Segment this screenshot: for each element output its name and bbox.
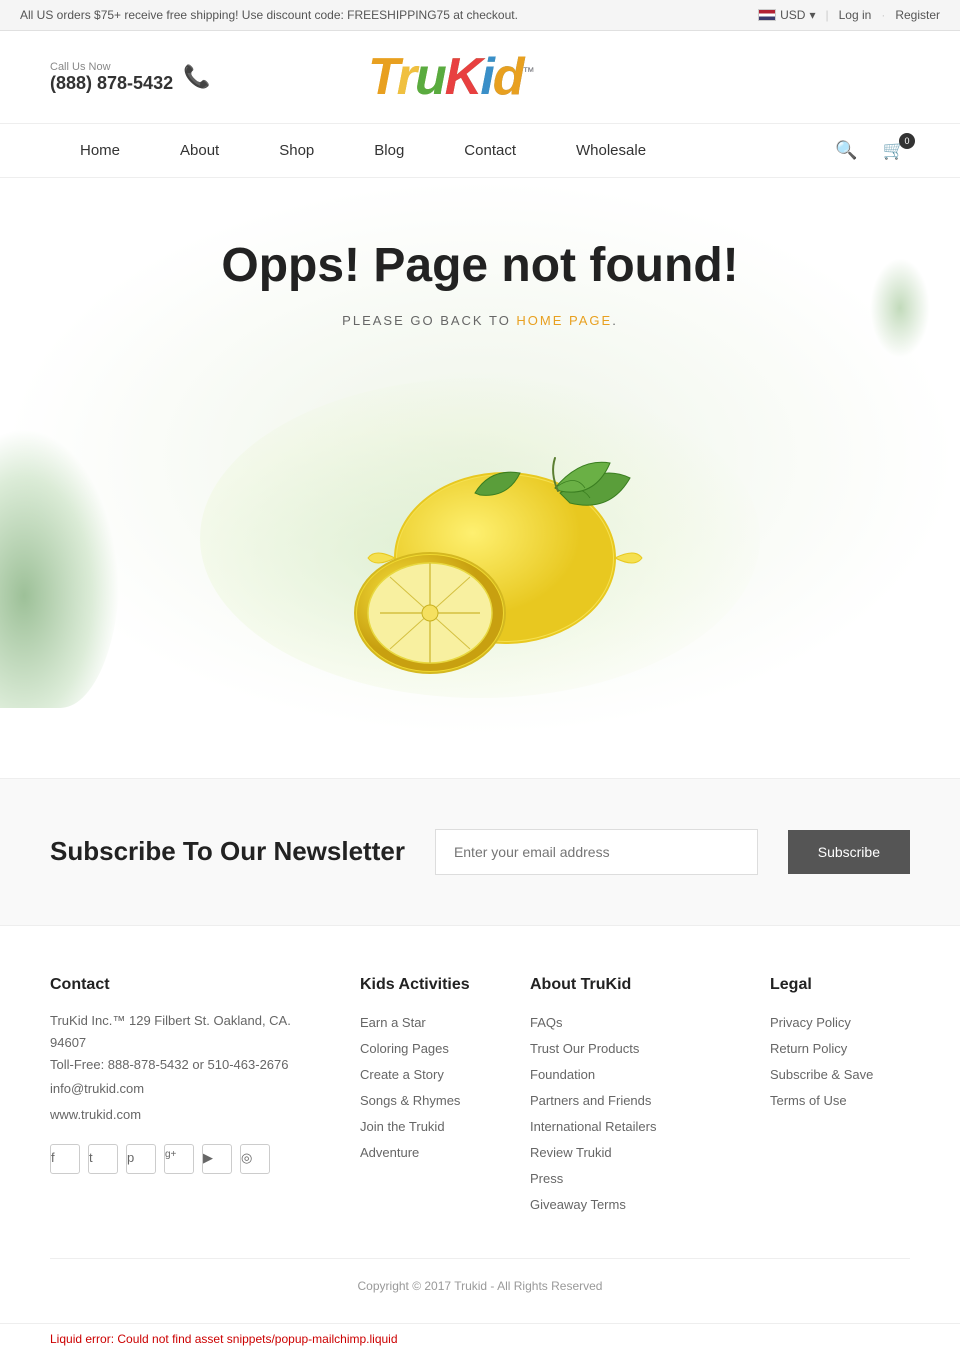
instagram-icon[interactable]: ◎ [240,1144,270,1174]
copyright: Copyright © 2017 Trukid - All Rights Res… [358,1279,603,1293]
divider2: · [881,8,885,22]
nav-wholesale[interactable]: Wholesale [546,124,676,177]
phone-icon: 📞 [183,64,210,90]
footer-link-faqs[interactable]: FAQs [530,1010,740,1036]
lemon-illustration [20,358,940,718]
footer-contact-info: TruKid Inc.™ 129 Filbert St. Oakland, CA… [50,1010,330,1128]
flag-icon [758,9,776,21]
error-subtitle: PLEASE GO BACK TO HOME PAGE. [20,313,940,328]
facebook-icon[interactable]: f [50,1144,80,1174]
footer-legal: Legal Privacy Policy Return Policy Subsc… [770,976,910,1218]
currency-selector[interactable]: USD ▾ [758,8,815,22]
footer-link-return[interactable]: Return Policy [770,1036,910,1062]
liquid-error-message: Liquid error: Could not find asset snipp… [50,1332,398,1346]
footer-grid: Contact TruKid Inc.™ 129 Filbert St. Oak… [50,976,910,1218]
top-bar: All US orders $75+ receive free shipping… [0,0,960,31]
phone-number: (888) 878-5432 [50,73,173,94]
social-icons: f t p g+ ▶ ◎ [50,1144,330,1174]
nav-about[interactable]: About [150,124,249,177]
logo[interactable]: TruKid™ [368,51,533,103]
contact-email[interactable]: info@trukid.com [50,1076,330,1102]
liquid-error-bar: Liquid error: Could not find asset snipp… [0,1323,960,1354]
footer-link-partners[interactable]: Partners and Friends [530,1088,740,1114]
newsletter-subscribe-button[interactable]: Subscribe [788,830,910,874]
footer-link-giveaway[interactable]: Giveaway Terms [530,1192,740,1218]
register-link[interactable]: Register [895,8,940,22]
footer-link-join-trukid[interactable]: Join the Trukid [360,1114,500,1140]
youtube-icon[interactable]: ▶ [202,1144,232,1174]
twitter-icon[interactable]: t [88,1144,118,1174]
chevron-down-icon: ▾ [809,8,815,22]
error-section: Opps! Page not found! PLEASE GO BACK TO … [0,178,960,738]
nav-blog[interactable]: Blog [344,124,434,177]
newsletter-section: Subscribe To Our Newsletter Subscribe [0,778,960,926]
footer-link-terms[interactable]: Terms of Use [770,1088,910,1114]
footer-legal-heading: Legal [770,976,910,994]
newsletter-email-input[interactable] [435,829,758,875]
newsletter-title: Subscribe To Our Newsletter [50,835,405,869]
error-title: Opps! Page not found! [20,238,940,293]
login-link[interactable]: Log in [839,8,872,22]
nav-links: Home About Shop Blog Contact Wholesale [50,124,676,177]
nav-contact[interactable]: Contact [434,124,546,177]
footer-link-coloring-pages[interactable]: Coloring Pages [360,1036,500,1062]
nav-right: 🔍 🛒 0 [830,135,910,166]
footer-link-earn-star[interactable]: Earn a Star [360,1010,500,1036]
cart-count: 0 [899,133,915,149]
contact-website[interactable]: www.trukid.com [50,1102,330,1128]
footer-link-review[interactable]: Review Trukid [530,1140,740,1166]
footer-link-create-story[interactable]: Create a Story [360,1062,500,1088]
footer-link-foundation[interactable]: Foundation [530,1062,740,1088]
contact-tollfree: Toll-Free: 888-878-5432 or 510-463-2676 [50,1057,289,1072]
footer-link-international[interactable]: International Retailers [530,1114,740,1140]
footer-contact-heading: Contact [50,976,330,994]
home-link[interactable]: HOME PAGE [516,313,612,328]
footer-contact: Contact TruKid Inc.™ 129 Filbert St. Oak… [50,976,330,1218]
google-plus-icon[interactable]: g+ [164,1144,194,1174]
header: Call Us Now (888) 878-5432 📞 TruKid™ [0,31,960,123]
search-button[interactable]: 🔍 [830,135,862,166]
pinterest-icon[interactable]: p [126,1144,156,1174]
lemon-svg [290,383,670,693]
top-bar-right: USD ▾ | Log in · Register [758,8,940,22]
footer-about-trukid: About TruKid FAQs Trust Our Products Fou… [530,976,740,1218]
footer-kids-activities: Kids Activities Earn a Star Coloring Pag… [360,976,500,1218]
call-us-label: Call Us Now [50,61,173,73]
header-left: Call Us Now (888) 878-5432 📞 [50,61,211,94]
footer: Contact TruKid Inc.™ 129 Filbert St. Oak… [0,926,960,1323]
promo-text: All US orders $75+ receive free shipping… [20,8,518,22]
phone-info: Call Us Now (888) 878-5432 [50,61,173,94]
footer-link-adventure[interactable]: Adventure [360,1140,500,1166]
currency-label: USD [780,8,805,22]
footer-bottom: Copyright © 2017 Trukid - All Rights Res… [50,1258,910,1293]
nav-home[interactable]: Home [50,124,150,177]
footer-link-trust-products[interactable]: Trust Our Products [530,1036,740,1062]
footer-link-press[interactable]: Press [530,1166,740,1192]
footer-link-privacy[interactable]: Privacy Policy [770,1010,910,1036]
footer-kids-heading: Kids Activities [360,976,500,994]
divider: | [825,8,828,22]
footer-link-subscribe-save[interactable]: Subscribe & Save [770,1062,910,1088]
nav-shop[interactable]: Shop [249,124,344,177]
footer-about-heading: About TruKid [530,976,740,994]
navigation: Home About Shop Blog Contact Wholesale 🔍… [0,123,960,178]
contact-address: TruKid Inc.™ 129 Filbert St. Oakland, CA… [50,1013,291,1050]
logo-text: TruKid™ [368,48,533,106]
footer-link-songs-rhymes[interactable]: Songs & Rhymes [360,1088,500,1114]
cart-button[interactable]: 🛒 0 [878,135,910,166]
